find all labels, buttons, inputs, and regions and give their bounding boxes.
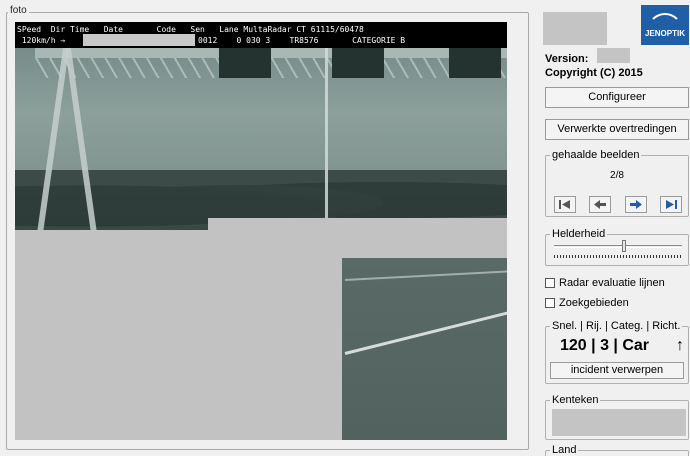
gehaalde-beelden-group: gehaalde beelden 2/8	[545, 149, 689, 217]
kenteken-group: Kenteken	[545, 394, 689, 440]
last-image-button[interactable]	[660, 196, 682, 213]
speed-lane-category-value: 120 | 3 | Car	[560, 337, 650, 354]
gehaalde-beelden-legend: gehaalde beelden	[550, 149, 642, 161]
zoekgebieden-checkbox[interactable]	[545, 298, 555, 308]
land-group: Land	[545, 444, 689, 456]
snelheid-legend: Snel. | Rij. | Categ. | Richt.	[550, 320, 683, 332]
kenteken-field-redacted[interactable]	[552, 409, 686, 436]
radar-evaluatie-checkbox[interactable]	[545, 278, 555, 288]
next-icon	[630, 200, 642, 209]
gantry-truss	[35, 58, 507, 78]
brightness-slider-ticks	[554, 255, 682, 258]
last-icon	[666, 200, 677, 209]
brightness-slider-thumb[interactable]	[622, 240, 627, 252]
logo-text: JENOPTIK	[644, 29, 685, 38]
data-banner: SPeed Dir Time Date Code Sen Lane MultaR…	[15, 22, 507, 48]
gantry-sign	[219, 48, 271, 78]
configureer-button[interactable]: Configureer	[545, 87, 689, 108]
redaction-block	[208, 218, 507, 258]
gantry-sign	[332, 48, 384, 78]
radar-evaluatie-label: Radar evaluatie lijnen	[559, 277, 665, 289]
banner-line-2-right: 0012 0 030 3 TR8576 CATEGORIE B	[198, 36, 406, 45]
banner-line-2-left: 120km/h →	[17, 36, 66, 45]
next-image-button[interactable]	[625, 196, 647, 213]
brightness-slider-track[interactable]	[554, 245, 682, 248]
jenoptik-logo: JENOPTIK	[641, 5, 689, 45]
previous-image-button[interactable]	[589, 196, 611, 213]
version-redaction	[597, 48, 630, 63]
direction-arrow-icon: ↑	[676, 337, 684, 354]
gantry-sign	[449, 48, 501, 78]
customer-logo-redacted	[543, 12, 607, 45]
previous-icon	[594, 200, 606, 209]
first-icon	[559, 200, 570, 209]
verwerkte-overtredingen-button[interactable]: Verwerkte overtredingen	[545, 119, 689, 140]
banner-redaction	[83, 34, 195, 46]
helderheid-group: Helderheid	[545, 228, 689, 266]
zoekgebieden-label: Zoekgebieden	[559, 297, 629, 309]
image-counter: 2/8	[610, 170, 624, 181]
helderheid-legend: Helderheid	[550, 228, 608, 240]
land-legend: Land	[550, 444, 579, 456]
version-label: Version:	[545, 53, 589, 65]
copyright-text: Copyright (C) 2015	[545, 67, 643, 79]
first-image-button[interactable]	[554, 196, 576, 213]
camera-photo: SPeed Dir Time Date Code Sen Lane MultaR…	[15, 22, 507, 440]
kenteken-legend: Kenteken	[550, 394, 601, 406]
gantry-beam	[35, 48, 507, 58]
redaction-block	[15, 230, 342, 440]
incident-verwerpen-button[interactable]: incident verwerpen	[550, 362, 684, 379]
foto-legend: foto	[8, 5, 29, 16]
